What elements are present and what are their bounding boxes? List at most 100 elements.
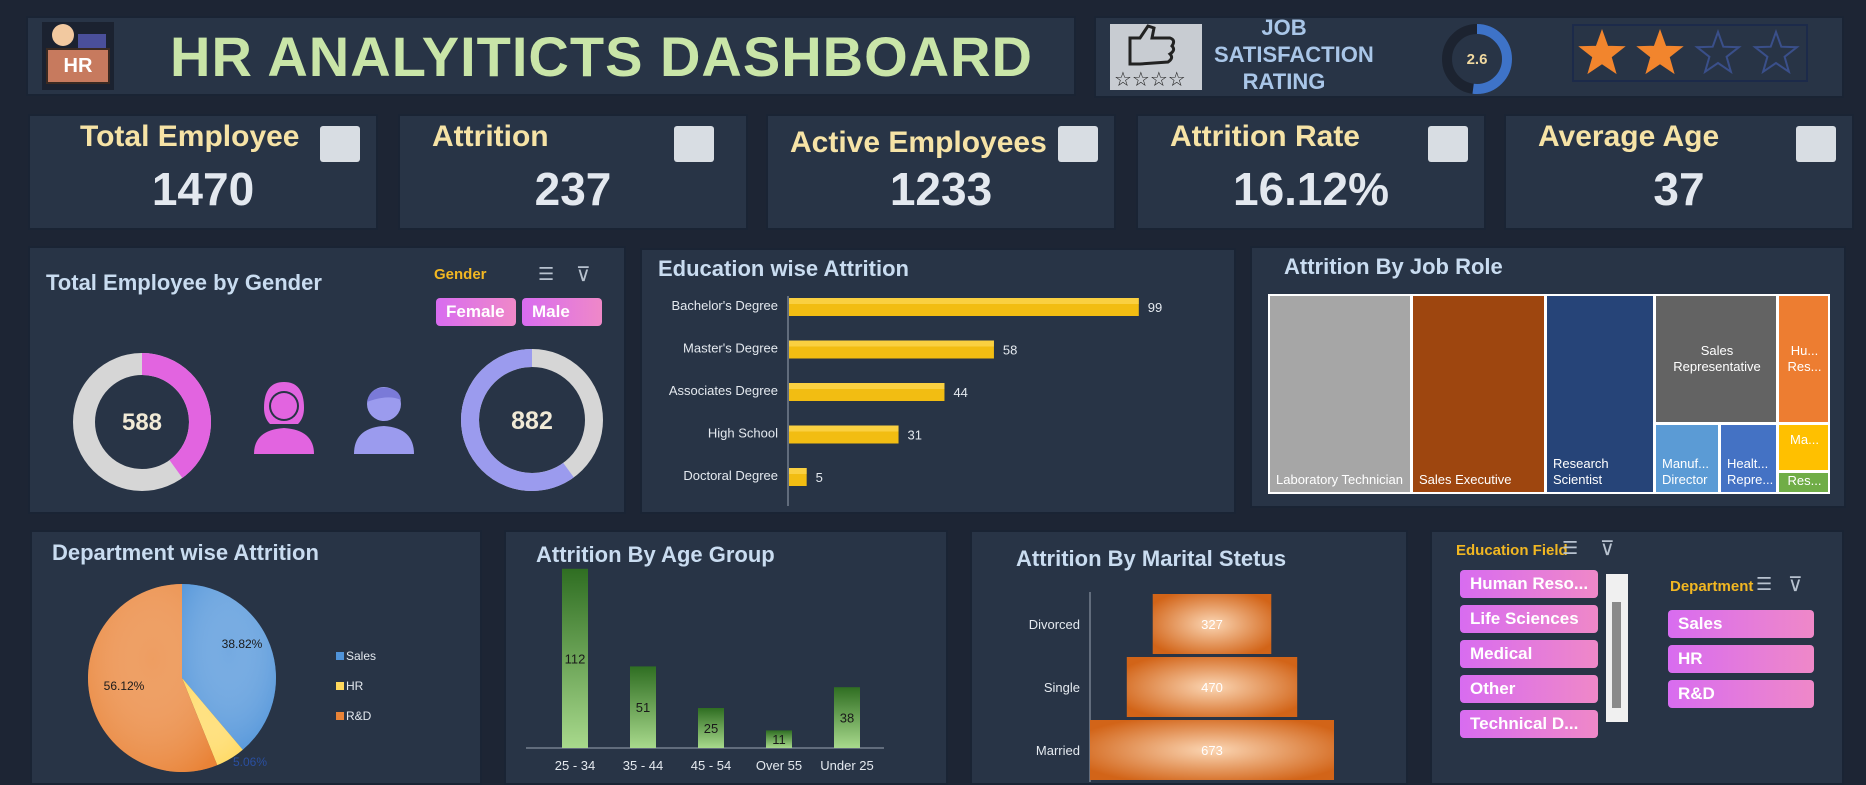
gender-slicer-label: Gender [434,266,487,283]
department-pie-chart: 38.82% 5.06% 56.12% Sales HR R&D [88,584,376,772]
kpi-label: Total Employee [80,120,300,153]
age-value-label: 25 [704,721,718,736]
education-field-slicer-item[interactable]: Medical [1460,640,1598,668]
education-bar-highlight [789,298,1139,304]
header-panel: HR HR ANALYITICTS DASHBOARD [26,16,1076,96]
age-value-label: 11 [772,732,786,747]
kpi-label: Average Age [1538,120,1720,153]
kpi-value: 16.12% [1232,163,1389,215]
age-category-label: 25 - 34 [555,758,595,773]
kpi-card: Attrition 237 [398,114,748,230]
marital-value-label: 327 [1201,617,1223,632]
kpi-value: 1233 [889,163,993,215]
treemap-label: Sales Executive [1419,472,1512,487]
education-value-label: 99 [1148,300,1162,315]
person-icon [52,24,74,46]
jobrole-treemap: Laboratory Technician Sales Executive Rese… [1268,294,1830,494]
agegroup-panel: Attrition By Age Group 112 25 - 34 51 35 - … [504,530,948,785]
satisfaction-label-line1: JOB [1261,15,1307,40]
treemap-label: Sales Representative [1673,343,1761,374]
age-value-label: 51 [636,700,650,715]
satisfaction-value: 2.6 [1467,51,1488,68]
marital-value-label: 673 [1201,743,1223,758]
logo-board: HR [46,48,110,84]
department-slicer-item[interactable]: R&D [1668,680,1814,708]
education-field-slicer-item[interactable]: Life Sciences [1460,605,1598,633]
legend-label: Sales [346,649,376,663]
department-slicer-label: Department [1670,578,1754,595]
treemap-label: Healt... Repre... [1727,456,1774,487]
kpi-value: 1470 [151,163,255,215]
treemap-cell: Ma... [1779,425,1828,470]
agegroup-column-chart: 112 25 - 34 51 35 - 44 25 45 - 54 11 Over 55 38 U… [526,568,884,773]
kpi-card: Total Employee 1470 [28,114,378,230]
dashboard-title: HR ANALYITICTS DASHBOARD [170,25,1033,88]
legend-swatch [336,682,344,690]
treemap-cell: Res... [1779,473,1828,492]
female-slicer-button[interactable]: Female [436,298,516,326]
male-icon [354,387,414,454]
kpi-label: Attrition [432,120,549,153]
female-donut: 588 [73,353,211,491]
percent-person-icon [1428,126,1468,162]
education-bar-highlight [789,425,899,432]
treemap-label: Manuf... Director [1662,456,1709,487]
kpi-card: Active Employees 1233 [766,114,1116,230]
treemap-cell: Research Scientist [1547,296,1653,492]
education-value-label: 5 [816,470,823,485]
age-category-label: Under 25 [820,758,873,773]
clear-filter-icon[interactable]: ⊽ [576,262,591,287]
satisfaction-label-line3: RATING [1242,69,1326,94]
treemap-label: Research Scientist [1553,456,1609,487]
people-group-icon [320,126,360,162]
kpi-card: Average Age 37 [1504,114,1854,230]
employee-desk-icon [1058,126,1098,162]
star-empty-icon [1752,29,1800,75]
education-value-label: 44 [953,385,967,400]
hr-logo: HR [42,22,114,90]
education-bar-highlight [789,468,807,474]
pie-data-label: 5.06% [233,755,267,769]
male-slicer-button[interactable]: Male [522,298,602,326]
treemap-label: Res... [1787,473,1822,488]
education-field-slicer-item[interactable]: Technical D... [1460,710,1598,738]
thumbs-up-icon: ☆☆☆☆ [1110,24,1202,91]
education-field-slicer-item[interactable]: Other [1460,675,1598,703]
scrollbar-thumb[interactable] [1612,602,1621,708]
star-rating [1572,24,1808,82]
department-multi-select-icon[interactable]: ☰ [1756,574,1772,595]
treemap-cell: Healt... Repre... [1721,425,1776,492]
male-donut: 882 [461,349,603,491]
kpi-label: Active Employees [790,126,1047,159]
department-slicer-item[interactable]: Sales [1668,610,1814,638]
treemap-label: Ma... [1790,431,1819,447]
education-multi-select-icon[interactable]: ☰ [1562,538,1578,559]
satisfaction-gauge: 2.6 [1442,24,1512,94]
education-field-slicer-item[interactable]: Human Reso... [1460,570,1598,598]
education-clear-filter-icon[interactable]: ⊽ [1600,536,1615,561]
people-leaving-icon [674,126,714,162]
treemap-label: Laboratory Technician [1276,472,1403,487]
female-count: 588 [122,409,162,436]
jobrole-panel: Attrition By Job Role Laboratory Technic… [1250,246,1846,508]
education-category-label: Master's Degree [683,341,778,356]
age-value-label: 38 [840,711,854,726]
education-slicer-scrollbar[interactable] [1606,574,1628,722]
education-category-label: Associates Degree [669,383,778,398]
satisfaction-label-line2: SATISFACTION [1214,42,1374,67]
education-field-slicer-label: Education Field [1456,542,1568,559]
legend-label: HR [346,679,364,693]
treemap-cell: Sales Representative [1656,296,1776,422]
satisfaction-label: JOB SATISFACTION RATING [1214,14,1374,95]
satisfaction-panel: ☆☆☆☆ JOB SATISFACTION RATING 2.6 [1094,14,1844,98]
marital-panel: Attrition By Marital Stetus 327 Divorced 4… [970,530,1408,785]
slicer-panel: Education Field ☰ ⊽ Human Reso... Life Sc… [1430,530,1844,785]
legend-label: R&D [346,709,372,723]
pie-data-label: 56.12% [104,679,145,693]
education-category-label: High School [708,426,778,441]
department-slicer-item[interactable]: HR [1668,645,1814,673]
education-bar-highlight [789,340,994,347]
department-clear-filter-icon[interactable]: ⊽ [1788,572,1803,597]
multi-select-icon[interactable]: ☰ [538,264,554,285]
age-icon [1796,126,1836,162]
